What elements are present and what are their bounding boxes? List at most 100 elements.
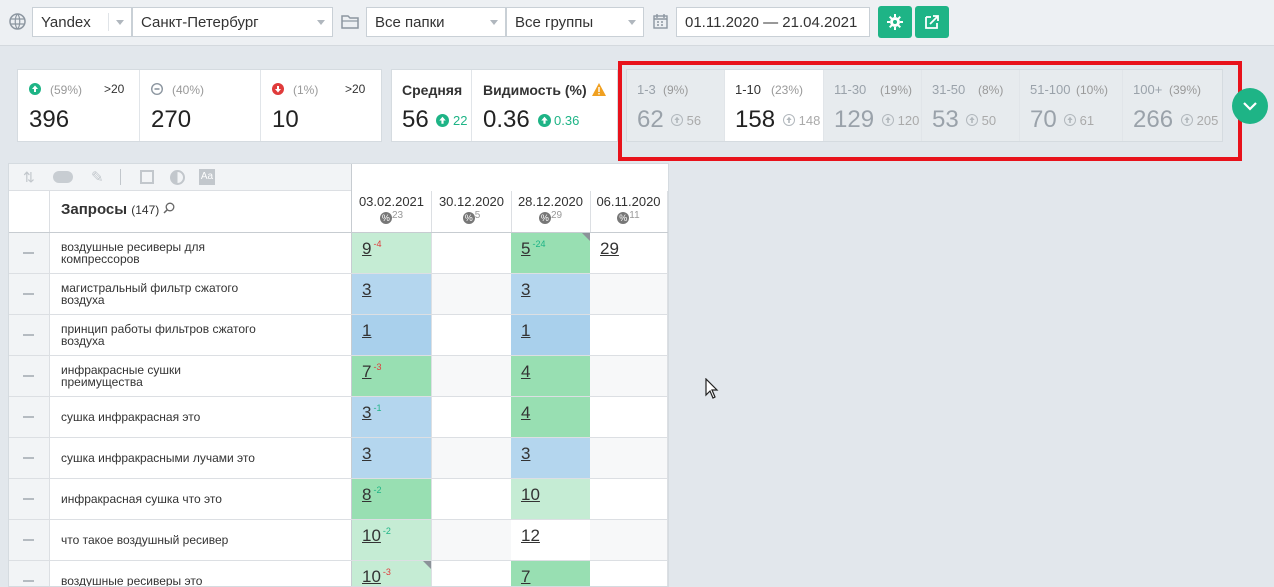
worsened-cell[interactable]: (1%) >20 10 — [261, 70, 381, 141]
groups-select[interactable]: Все группы — [506, 7, 644, 37]
table-row[interactable]: воздушные ресиверы для компрессоров 9 -4 5-… — [9, 233, 668, 274]
paperclip-icon[interactable]: ✎ — [91, 168, 104, 186]
query-text[interactable]: принцип работы фильтров сжатого воздуха — [61, 315, 351, 355]
query-text[interactable]: воздушные ресиверы это — [61, 561, 351, 586]
position-value[interactable]: 10 — [521, 485, 540, 505]
position-cell[interactable] — [432, 397, 512, 437]
contrast-icon[interactable] — [170, 170, 185, 185]
row-select[interactable] — [9, 356, 50, 396]
position-cell[interactable] — [590, 397, 668, 437]
position-cell[interactable]: 10 -2 — [352, 520, 432, 560]
position-cell[interactable]: 12 — [511, 520, 591, 560]
position-cell[interactable] — [590, 520, 668, 560]
position-cell[interactable]: 10 -3 — [352, 561, 432, 586]
position-cell[interactable]: 3 — [511, 438, 591, 478]
improved-cell[interactable]: (59%) >20 396 — [18, 70, 140, 141]
position-value[interactable]: 4 — [521, 362, 530, 382]
position-cell[interactable]: 7 -3 — [352, 356, 432, 396]
position-cell[interactable] — [432, 274, 512, 314]
position-cell[interactable] — [590, 438, 668, 478]
export-button[interactable] — [915, 6, 949, 38]
region-select[interactable]: Санкт-Петербург — [132, 7, 333, 37]
row-select[interactable] — [9, 438, 50, 478]
position-cell[interactable] — [432, 438, 512, 478]
position-value[interactable]: 1 — [362, 321, 371, 341]
position-cell[interactable]: 3 -1 — [352, 397, 432, 437]
position-value[interactable]: 3 — [521, 280, 530, 300]
calculator-icon[interactable] — [140, 170, 154, 184]
position-cell[interactable]: 4 — [511, 356, 591, 396]
position-value[interactable]: 5 -24 — [521, 239, 545, 259]
position-cell[interactable]: 3 — [511, 274, 591, 314]
folders-select[interactable]: Все папки — [366, 7, 506, 37]
position-cell[interactable]: 3 — [352, 438, 432, 478]
position-value[interactable]: 1 — [521, 321, 530, 341]
query-text[interactable]: что такое воздушный ресивер — [61, 520, 351, 560]
date-column-header[interactable]: 03.02.2021% 23 — [352, 191, 432, 232]
position-cell[interactable] — [432, 561, 512, 586]
position-value[interactable]: 7 -3 — [362, 362, 381, 382]
table-row[interactable]: воздушные ресиверы это 10 -3 7 — [9, 561, 668, 586]
position-value[interactable]: 8 -2 — [362, 485, 381, 505]
position-cell[interactable]: 1 — [352, 315, 432, 355]
row-select[interactable] — [9, 561, 50, 586]
position-cell[interactable] — [590, 356, 668, 396]
date-column-header[interactable]: 06.11.2020% 11 — [590, 191, 668, 232]
row-select[interactable] — [9, 520, 50, 560]
table-row[interactable]: магистральный фильтр сжатого воздуха 3 3 — [9, 274, 668, 315]
position-value[interactable]: 12 — [521, 526, 540, 546]
settings-button[interactable] — [878, 6, 912, 38]
row-select[interactable] — [9, 233, 50, 273]
position-cell[interactable] — [432, 233, 512, 273]
position-value[interactable]: 3 -1 — [362, 403, 381, 423]
position-value[interactable]: 3 — [362, 444, 371, 464]
position-cell[interactable] — [432, 356, 512, 396]
position-cell[interactable]: 1 — [511, 315, 591, 355]
position-cell[interactable] — [590, 315, 668, 355]
position-value[interactable]: 9 -4 — [362, 239, 381, 259]
position-value[interactable]: 3 — [521, 444, 530, 464]
query-text[interactable]: инфракрасные сушки преимущества — [61, 356, 351, 396]
position-cell[interactable]: 4 — [511, 397, 591, 437]
text-format-icon[interactable]: Aa — [199, 169, 215, 185]
position-cell[interactable] — [432, 520, 512, 560]
row-select[interactable] — [9, 397, 50, 437]
unchanged-cell[interactable]: (40%) 270 — [140, 70, 261, 141]
date-column-header[interactable]: 30.12.2020% 5 — [432, 191, 512, 232]
search-icon[interactable] — [163, 202, 175, 214]
date-column-header[interactable]: 28.12.2020% 29 — [511, 191, 591, 232]
table-row[interactable]: инфракрасные сушки преимущества 7 -3 4 — [9, 356, 668, 397]
query-text[interactable]: воздушные ресиверы для компрессоров — [61, 233, 351, 273]
sort-icon[interactable]: ⇅ — [23, 169, 35, 186]
table-row[interactable]: принцип работы фильтров сжатого воздуха 1… — [9, 315, 668, 356]
query-header[interactable]: Запросы (147) — [61, 201, 175, 218]
position-value[interactable]: 10 -2 — [362, 526, 391, 546]
query-text[interactable]: инфракрасная сушка что это — [61, 479, 351, 519]
row-select[interactable] — [9, 315, 50, 355]
query-text[interactable]: сушка инфракрасными лучами это — [61, 438, 351, 478]
position-cell[interactable]: 10 — [511, 479, 591, 519]
position-cell[interactable]: 9 -4 — [352, 233, 432, 273]
position-cell[interactable] — [432, 479, 512, 519]
date-range-field[interactable]: 01.11.2020 — 21.04.2021 — [676, 7, 870, 37]
position-cell[interactable] — [590, 274, 668, 314]
position-value[interactable]: 3 — [362, 280, 371, 300]
position-cell[interactable]: 8 -2 — [352, 479, 432, 519]
row-select[interactable] — [9, 274, 50, 314]
position-cell[interactable] — [590, 561, 668, 586]
position-value[interactable]: 29 — [600, 239, 619, 259]
position-cell[interactable]: 5 -24 — [511, 233, 591, 273]
search-engine-select[interactable]: Yandex — [32, 7, 132, 37]
position-cell[interactable]: 29 — [590, 233, 668, 273]
position-value[interactable]: 10 -3 — [362, 567, 391, 586]
query-text[interactable]: магистральный фильтр сжатого воздуха — [61, 274, 351, 314]
position-cell[interactable]: 3 — [352, 274, 432, 314]
position-cell[interactable] — [432, 315, 512, 355]
table-row[interactable]: что такое воздушный ресивер 10 -2 12 — [9, 520, 668, 561]
position-value[interactable]: 7 — [521, 567, 530, 586]
toggle-icon[interactable] — [53, 171, 73, 183]
position-cell[interactable] — [590, 479, 668, 519]
expand-button[interactable] — [1232, 88, 1268, 124]
table-row[interactable]: сушка инфракрасными лучами это 3 3 — [9, 438, 668, 479]
position-value[interactable]: 4 — [521, 403, 530, 423]
